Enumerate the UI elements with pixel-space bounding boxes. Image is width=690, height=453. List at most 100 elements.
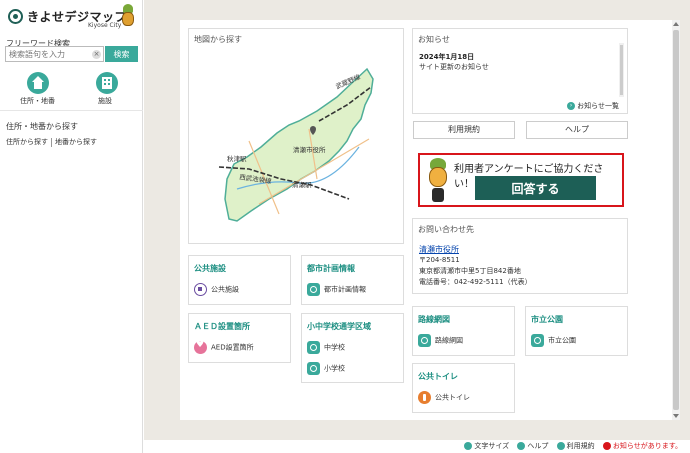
scroll-thumb[interactable] xyxy=(673,30,679,410)
terms-icon xyxy=(556,442,565,450)
help-icon xyxy=(517,442,526,450)
sidebar-divider xyxy=(0,110,143,111)
map-icon xyxy=(418,334,431,347)
category-item-label: AED設置箇所 xyxy=(211,343,254,352)
road-network-panel: 路線網図 路線網図 xyxy=(412,306,515,356)
aed-panel: ＡＥＤ設置箇所 AED設置箇所 xyxy=(188,313,291,363)
survey-banner[interactable]: 利用者アンケートにご協力ください！ 回答する xyxy=(418,153,624,207)
contact-postal: 〒204-8511 xyxy=(419,256,460,264)
text-size-icon xyxy=(464,442,473,450)
public-toilet-panel: 公共トイレ 公共トイレ xyxy=(412,363,515,413)
answer-survey-button[interactable]: 回答する xyxy=(475,176,596,200)
category-item-label: 市立公園 xyxy=(548,336,576,345)
terms-label: 利用規約 xyxy=(566,442,595,450)
news-list-link[interactable]: › お知らせ一覧 xyxy=(567,101,619,111)
search-input[interactable] xyxy=(6,47,92,61)
category-item-urban-planning[interactable]: 都市計画情報 xyxy=(307,283,366,296)
news-title: お知らせ xyxy=(418,35,450,44)
map-search-panel[interactable]: 地図から探す 武蔵野線 清瀬市役所 秋津駅 西武池袋線 清瀬駅 xyxy=(188,28,404,244)
map-icon xyxy=(307,283,320,296)
category-title: 路線網図 xyxy=(418,315,450,324)
arrow-right-icon: › xyxy=(567,102,576,110)
footer: 文字サイズ ヘルプ 利用規約 お知らせがあります。 xyxy=(144,440,690,453)
city-map[interactable]: 武蔵野線 清瀬市役所 秋津駅 西武池袋線 清瀬駅 xyxy=(189,29,405,245)
news-scrollbar[interactable] xyxy=(619,43,624,97)
school-district-panel: 小中学校通学区域 中学校 小学校 xyxy=(301,313,404,383)
category-item-elementary[interactable]: 小学校 xyxy=(307,362,345,375)
category-item-label: 小学校 xyxy=(324,364,345,373)
category-item-label: 中学校 xyxy=(324,343,345,352)
nav-address-label[interactable]: 住所・地番 xyxy=(20,96,55,106)
mascot-icon xyxy=(120,4,136,28)
text-size-label: 文字サイズ xyxy=(474,442,510,450)
category-title: 公共トイレ xyxy=(418,372,458,381)
sidebar-links: 住所から探す 地番から探す xyxy=(6,137,97,147)
akitsu-station-label: 秋津駅 xyxy=(227,154,247,163)
category-item-city-park[interactable]: 市立公園 xyxy=(531,334,576,347)
home-icon[interactable] xyxy=(27,72,49,94)
building-icon[interactable] xyxy=(96,72,118,94)
link-separator xyxy=(51,137,52,147)
site-subtitle: Kiyose City xyxy=(88,22,122,29)
help-label: ヘルプ xyxy=(527,442,549,450)
clear-icon[interactable]: × xyxy=(92,50,101,59)
map-icon xyxy=(307,341,320,354)
contact-address: 東京都清瀬市中里5丁目842番地 xyxy=(419,267,521,275)
sidebar-heading: 住所・地番から探す xyxy=(6,122,78,131)
category-title: ＡＥＤ設置箇所 xyxy=(194,322,250,331)
category-title: 公共施設 xyxy=(194,264,226,273)
category-item-public-toilet[interactable]: 公共トイレ xyxy=(418,391,470,404)
category-item-label: 都市計画情報 xyxy=(324,285,366,294)
search-button[interactable]: 検索 xyxy=(105,46,138,62)
text-size-link[interactable]: 文字サイズ xyxy=(464,442,509,450)
terms-button[interactable]: 利用規約 xyxy=(413,121,515,139)
news-panel: お知らせ 2024年1月18日 サイト更新のお知らせ › お知らせ一覧 xyxy=(412,28,628,114)
city-hall-link[interactable]: 清瀬市役所 xyxy=(419,244,459,255)
contact-title: お問い合わせ先 xyxy=(418,225,474,234)
search-by-address-link[interactable]: 住所から探す xyxy=(6,138,48,146)
category-item-junior-high[interactable]: 中学校 xyxy=(307,341,345,354)
contact-phone: 電話番号：042-492-5111（代表） xyxy=(419,278,532,286)
category-item-label: 公共施設 xyxy=(211,285,239,294)
heart-icon xyxy=(194,340,207,354)
city-hall-label: 清瀬市役所 xyxy=(293,145,326,154)
help-button[interactable]: ヘルプ xyxy=(526,121,628,139)
content-panel: 地図から探す 武蔵野線 清瀬市役所 秋津駅 西武池袋線 清瀬駅 お知らせ 202… xyxy=(180,20,680,420)
nav-facility-label[interactable]: 施設 xyxy=(98,96,112,106)
sidebar: きよせデジマップ Kiyose City フリーワード検索 × 検索 住所・地番… xyxy=(0,0,143,453)
public-facilities-panel: 公共施設 公共施設 xyxy=(188,255,291,305)
category-item-label: 公共トイレ xyxy=(435,393,470,402)
footer-terms-link[interactable]: 利用規約 xyxy=(556,442,595,450)
category-title: 市立公園 xyxy=(531,315,563,324)
facility-icon xyxy=(194,283,207,296)
category-item-aed[interactable]: AED設置箇所 xyxy=(194,340,254,354)
mascot-icon xyxy=(426,158,450,204)
alert-label: お知らせがあります。 xyxy=(612,442,682,450)
news-list-label: お知らせ一覧 xyxy=(577,102,619,110)
alert-icon xyxy=(602,442,611,450)
news-item-link[interactable]: サイト更新のお知らせ xyxy=(419,62,489,72)
search-by-lot-link[interactable]: 地番から探す xyxy=(55,138,97,146)
main-area: 地図から探す 武蔵野線 清瀬市役所 秋津駅 西武池袋線 清瀬駅 お知らせ 202… xyxy=(144,0,690,440)
category-title: 都市計画情報 xyxy=(307,264,355,273)
footer-help-link[interactable]: ヘルプ xyxy=(517,442,548,450)
search-box: × xyxy=(5,46,104,62)
notice-alert-link[interactable]: お知らせがあります。 xyxy=(602,442,682,450)
category-title: 小中学校通学区域 xyxy=(307,322,371,331)
content-scrollbar[interactable] xyxy=(672,20,680,420)
scroll-down-icon[interactable] xyxy=(673,414,679,418)
map-icon xyxy=(531,334,544,347)
city-park-panel: 市立公園 市立公園 xyxy=(525,306,628,356)
city-emblem-icon xyxy=(8,9,23,24)
toilet-icon xyxy=(418,391,431,404)
site-logo[interactable]: きよせデジマップ Kiyose City xyxy=(4,4,138,30)
category-item-label: 路線網図 xyxy=(435,336,463,345)
category-item-public-facilities[interactable]: 公共施設 xyxy=(194,283,239,296)
contact-panel: お問い合わせ先 清瀬市役所 〒204-8511 東京都清瀬市中里5丁目842番地… xyxy=(412,218,628,294)
footer-links: 文字サイズ ヘルプ 利用規約 お知らせがあります。 xyxy=(458,441,682,451)
news-date: 2024年1月18日 xyxy=(419,53,475,61)
kiyose-station-label: 清瀬駅 xyxy=(292,180,312,189)
scroll-up-icon[interactable] xyxy=(673,22,679,26)
map-icon xyxy=(307,362,320,375)
category-item-road-network[interactable]: 路線網図 xyxy=(418,334,463,347)
